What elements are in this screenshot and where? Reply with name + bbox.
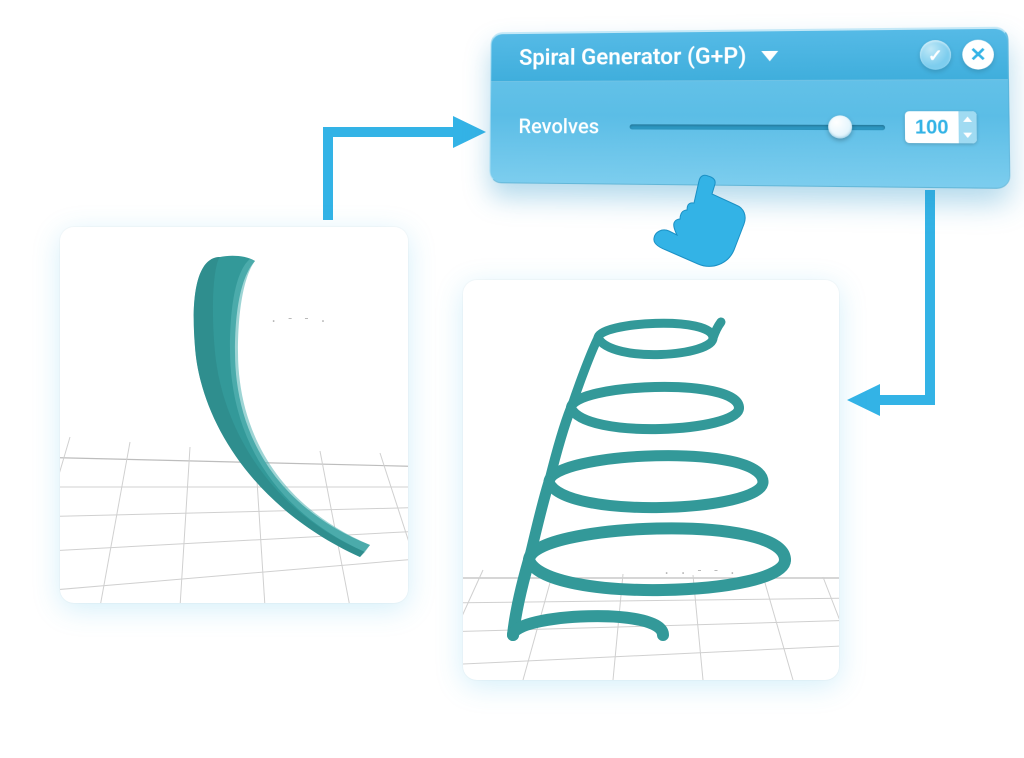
apply-button[interactable]: ✓ xyxy=(920,40,952,70)
spiral-generator-panel: Spiral Generator (G+P) ✓ ✕ Revolves 100 xyxy=(489,27,1010,189)
diagram-stage: . - - . . . - - . xyxy=(0,0,1024,758)
step-up-button[interactable] xyxy=(958,111,976,127)
revolves-spinbox[interactable]: 100 xyxy=(905,111,977,143)
spinbox-steppers xyxy=(958,111,976,143)
check-icon: ✓ xyxy=(928,45,943,65)
chevron-down-icon xyxy=(761,51,778,61)
axis-hint-text: . - - . xyxy=(270,311,328,325)
close-icon: ✕ xyxy=(969,43,986,65)
slider-knob[interactable] xyxy=(828,115,852,138)
panel-title: Spiral Generator (G+P) xyxy=(519,43,746,70)
close-button[interactable]: ✕ xyxy=(962,40,994,70)
axis-hint-text-2: . . - - . xyxy=(663,563,737,577)
revolves-value: 100 xyxy=(905,118,959,137)
pointer-hand-icon xyxy=(650,170,750,270)
preview-after-card: . . - - . xyxy=(463,280,839,680)
preview-before-card: . - - . xyxy=(60,227,408,603)
revolves-label: Revolves xyxy=(518,114,611,139)
revolves-slider[interactable] xyxy=(630,116,886,137)
revolves-row: Revolves 100 xyxy=(518,102,977,153)
spiral-shape-after xyxy=(513,322,785,635)
step-down-button[interactable] xyxy=(959,127,977,143)
